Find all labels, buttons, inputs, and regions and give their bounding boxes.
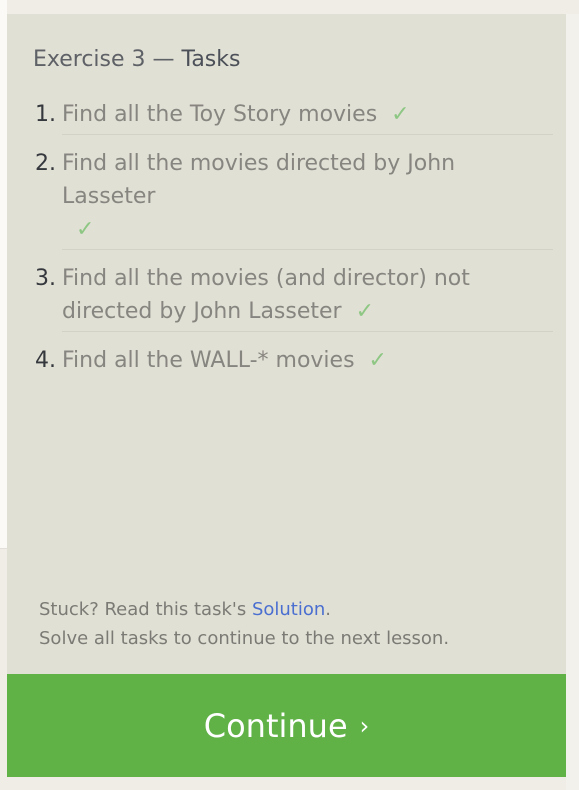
task-divider bbox=[62, 249, 553, 250]
stuck-prefix: Stuck? Read this task's bbox=[39, 599, 252, 620]
task-number: 3. bbox=[35, 266, 56, 291]
task-number: 1. bbox=[35, 102, 56, 127]
chevron-right-icon: › bbox=[359, 711, 370, 740]
task-number: 4. bbox=[35, 348, 56, 373]
help-footer: Stuck? Read this task's Solution. Solve … bbox=[39, 595, 449, 653]
exercise-title-main: Tasks bbox=[181, 47, 241, 72]
continue-label: Continue bbox=[203, 706, 348, 745]
task-text: Find all the movies directed by John Las… bbox=[62, 151, 456, 209]
left-page-strip bbox=[0, 0, 7, 549]
task-list: 1. Find all the Toy Story movies ✓ 2. Fin… bbox=[33, 98, 553, 377]
task-item-2: 2. Find all the movies directed by John … bbox=[33, 147, 553, 246]
task-divider bbox=[62, 134, 553, 135]
task-item-4: 4. Find all the WALL-* movies ✓ bbox=[33, 344, 553, 377]
solution-link[interactable]: Solution bbox=[252, 599, 325, 620]
stuck-line: Stuck? Read this task's Solution. bbox=[39, 595, 449, 624]
task-divider bbox=[62, 331, 553, 332]
right-page-edge bbox=[566, 14, 579, 790]
task-item-1: 1. Find all the Toy Story movies ✓ bbox=[33, 98, 553, 131]
checkmark-icon: ✓ bbox=[368, 348, 387, 373]
checkmark-icon: ✓ bbox=[391, 102, 410, 127]
stuck-suffix: . bbox=[325, 599, 332, 620]
continue-instruction: Solve all tasks to continue to the next … bbox=[39, 628, 450, 649]
exercise-title: Exercise 3 — Tasks bbox=[33, 47, 240, 72]
task-text: Find all the WALL-* movies bbox=[62, 348, 355, 373]
continue-button[interactable]: Continue › bbox=[7, 674, 566, 777]
task-text: Find all the Toy Story movies bbox=[62, 102, 378, 127]
task-number: 2. bbox=[35, 151, 56, 176]
exercise-panel: Exercise 3 — Tasks 1. Find all the Toy S… bbox=[7, 14, 566, 674]
exercise-title-prefix: Exercise 3 — bbox=[33, 47, 182, 72]
task-item-3: 3. Find all the movies (and director) no… bbox=[33, 262, 553, 328]
task-text: Find all the movies (and director) not d… bbox=[62, 266, 470, 324]
checkmark-icon: ✓ bbox=[355, 299, 375, 324]
checkmark-icon: ✓ bbox=[76, 217, 95, 242]
